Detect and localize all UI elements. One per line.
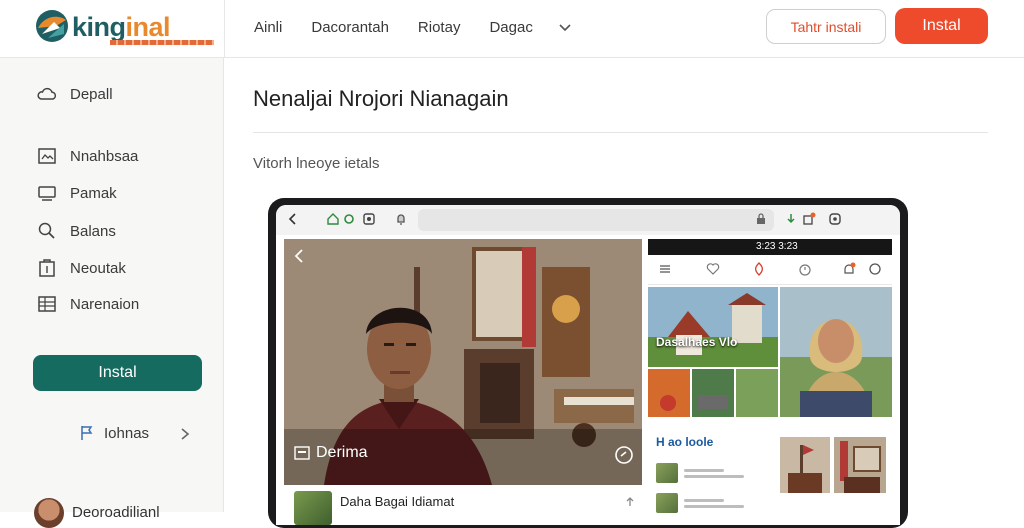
sidebar: Depall Nnahbsaa Pamak Balans Neoutak Nar…: [0, 58, 224, 528]
grid-icon: [38, 296, 56, 312]
menu-icon[interactable]: [828, 212, 842, 226]
collage-photo: [648, 369, 778, 417]
sidebar-link[interactable]: Iohnas: [78, 424, 149, 442]
download-icon[interactable]: [784, 212, 798, 226]
sidebar-item-label: Neoutak: [70, 259, 126, 277]
status-icon: [344, 214, 354, 224]
fire-icon[interactable]: [752, 262, 766, 276]
interior-photo: [834, 437, 886, 493]
menu-lines-icon[interactable]: [658, 262, 672, 276]
sidebar-item-label: Narenaion: [70, 295, 140, 313]
clipboard-icon: [39, 259, 55, 277]
sidebar-item-6[interactable]: Narenaion: [36, 292, 139, 316]
list-item[interactable]: [656, 493, 776, 513]
list-item[interactable]: [656, 463, 776, 483]
list-thumbnail: [656, 463, 678, 483]
page-subtitle: Vitorh lneoye ietals: [253, 155, 380, 172]
header-divider: [224, 0, 225, 58]
extension-icon[interactable]: [802, 212, 816, 226]
sidebar-install-button[interactable]: Instal: [33, 355, 202, 391]
sidebar-item-2[interactable]: Nnahbsaa: [36, 144, 138, 168]
sidebar-item-5[interactable]: Neoutak: [36, 256, 126, 280]
user-name: Deoroadilianl: [72, 504, 160, 521]
photo-caption: Derima: [294, 444, 368, 462]
lock-icon: [757, 213, 765, 224]
gallery-icon: [294, 446, 310, 460]
top-bar: kinginal Ainli Dacorantah Riotay Dagac T…: [0, 0, 1024, 58]
flag-icon: [81, 426, 93, 440]
phone-screen: 3:23 3:23 Dasalhaes Vlo H ao loole: [648, 239, 892, 525]
phone-section-title: H ao loole: [656, 435, 714, 449]
phone-status-bar: 3:23 3:23: [648, 239, 892, 255]
sidebar-item-label: Pamak: [70, 184, 117, 202]
tab-icon[interactable]: [362, 212, 376, 226]
nav-item-1[interactable]: Ainli: [254, 19, 282, 36]
sidebar-item-label: Nnahbsaa: [70, 147, 139, 165]
media-tile[interactable]: [648, 369, 778, 417]
logo-tagline: [110, 40, 214, 45]
device-mockup: Derima Daha Bagai Idiamat 3:23 3:23 Dasa…: [268, 198, 908, 528]
device-screen: Derima Daha Bagai Idiamat 3:23 3:23 Dasa…: [276, 205, 900, 525]
list-text-placeholder: [684, 466, 744, 481]
feed-item-title: Daha Bagai Idiamat: [340, 494, 455, 509]
photo-caption-text: Derima: [316, 444, 368, 461]
chevron-down-icon[interactable]: [557, 19, 573, 35]
sidebar-item-label: Depall: [70, 85, 113, 103]
media-tile[interactable]: Dasalhaes Vlo: [648, 287, 778, 367]
chevron-right-icon[interactable]: [178, 426, 192, 442]
image-icon: [38, 148, 56, 164]
nav-item-2[interactable]: Dacorantah: [311, 19, 389, 36]
title-divider: [253, 132, 988, 133]
photo-panel[interactable]: Derima: [284, 239, 642, 485]
logo-text: kinginal: [72, 12, 171, 42]
list-thumbnail: [656, 493, 678, 513]
nav-item-4[interactable]: Dagac: [489, 19, 532, 36]
circle-icon[interactable]: [868, 262, 882, 276]
sidebar-item-label: Balans: [70, 222, 116, 240]
tile-label: Dasalhaes Vlo: [656, 335, 738, 349]
media-tile[interactable]: [780, 437, 830, 493]
sidebar-item-4[interactable]: Balans: [36, 219, 116, 243]
media-tile[interactable]: [834, 437, 886, 493]
page-title: Nenaljai Nrojori Nianagain: [253, 86, 509, 111]
primary-install-button[interactable]: Instal: [895, 8, 988, 44]
logo-mark-icon: [36, 10, 68, 42]
main-nav: Ainli Dacorantah Riotay Dagac: [254, 0, 573, 54]
logo[interactable]: kinginal: [34, 8, 214, 48]
feed-item[interactable]: Daha Bagai Idiamat: [284, 485, 642, 525]
sidebar-item-3[interactable]: Pamak: [36, 181, 117, 205]
back-arrow-icon[interactable]: [286, 212, 300, 226]
heart-icon[interactable]: [706, 262, 720, 276]
monitor-icon: [38, 186, 56, 201]
browser-toolbar: [276, 205, 900, 235]
nav-item-3[interactable]: Riotay: [418, 19, 461, 36]
check-circle-icon[interactable]: [614, 445, 634, 465]
sidebar-link-label: Iohnas: [104, 424, 150, 442]
list-text-placeholder: [684, 496, 744, 511]
phone-tab-bar: [648, 255, 892, 285]
avatar[interactable]: [34, 498, 64, 528]
home-icon[interactable]: [326, 212, 340, 226]
feed-thumbnail: [294, 491, 332, 525]
phone-status-time: 3:23 3:23: [756, 241, 798, 252]
chevron-left-icon[interactable]: [292, 247, 306, 265]
cloud-icon: [37, 87, 57, 100]
url-bar[interactable]: [418, 209, 774, 231]
interior-photo: [780, 437, 830, 493]
search-icon: [38, 222, 55, 239]
share-icon[interactable]: [624, 497, 636, 509]
bell-icon[interactable]: [394, 212, 408, 226]
media-tile[interactable]: [780, 287, 892, 417]
secondary-install-button[interactable]: Tahtr instali: [766, 9, 886, 44]
woman-photo: [780, 287, 892, 417]
sidebar-item-1[interactable]: Depall: [36, 82, 113, 106]
notification-icon[interactable]: [842, 262, 856, 276]
timer-icon[interactable]: [798, 262, 812, 276]
house-photo: [648, 287, 778, 367]
